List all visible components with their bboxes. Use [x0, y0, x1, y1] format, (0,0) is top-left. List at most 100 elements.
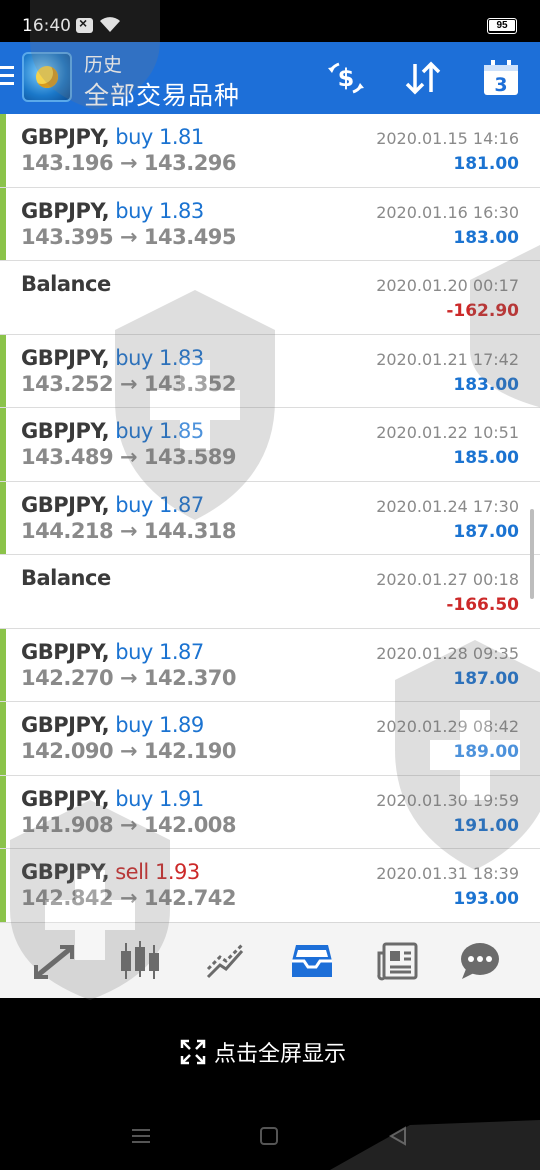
volume: 1.81: [159, 125, 204, 149]
open-price: 143.395: [21, 224, 114, 249]
chat-icon[interactable]: [458, 941, 502, 981]
symbol: GBPJPY,: [21, 860, 110, 884]
fullscreen-button[interactable]: 点击全屏显示: [180, 1036, 346, 1068]
balance-row[interactable]: Balance 2020.01.20 00:17 -162.90: [0, 261, 540, 335]
bottom-tab-bar: [0, 922, 540, 998]
profit: 183.00: [453, 374, 519, 395]
chart-icon[interactable]: [118, 941, 162, 981]
wifi-icon: [100, 17, 120, 32]
battery-icon: 95: [487, 18, 517, 34]
trade-date: 2020.01.29 08:42: [376, 717, 519, 736]
svg-text:3: 3: [494, 74, 507, 96]
scrollbar[interactable]: [530, 509, 534, 599]
symbol: GBPJPY,: [21, 492, 110, 517]
trade-date: 2020.01.30 19:59: [376, 790, 519, 810]
battery-level: 95: [489, 20, 515, 31]
symbol: GBPJPY,: [21, 198, 110, 223]
trade-date: 2020.01.27 00:18: [376, 570, 519, 589]
close-price: 143.589: [143, 445, 237, 469]
direction: buy: [115, 713, 153, 737]
trade-history-list[interactable]: GBPJPY, buy 1.81 143.196 → 143.296 2020.…: [0, 114, 540, 922]
open-price: 142.842: [21, 886, 114, 910]
profit: 187.00: [453, 521, 519, 542]
balance-label: Balance: [21, 272, 111, 296]
symbol-filter[interactable]: 全部交易品种: [84, 76, 240, 112]
trade-date: 2020.01.20 00:17: [376, 276, 519, 295]
volume: 1.89: [159, 713, 204, 737]
profit: -162.90: [446, 301, 519, 321]
trade-icon[interactable]: [204, 941, 248, 981]
page-title: 历史: [84, 55, 123, 76]
profit: 189.00: [453, 742, 519, 762]
volume: 1.93: [154, 860, 200, 884]
profit: 181.00: [453, 154, 519, 174]
direction: buy: [115, 345, 153, 370]
notification-icon: [76, 15, 93, 33]
system-nav-bar: [132, 1126, 406, 1146]
close-price: 143.296: [143, 151, 237, 175]
news-icon[interactable]: [376, 941, 420, 981]
profit: 191.00: [453, 815, 519, 836]
back-key-icon: [388, 1126, 406, 1146]
profit: 183.00: [453, 227, 519, 248]
open-price: 143.196: [21, 151, 114, 175]
profit: 187.00: [453, 668, 519, 689]
trade-date: 2020.01.24 17:30: [376, 496, 519, 516]
profit: 193.00: [453, 889, 519, 909]
currency-exchange-icon[interactable]: $: [325, 60, 367, 96]
symbol: GBPJPY,: [21, 713, 110, 737]
open-price: 142.090: [21, 739, 114, 763]
balance-row[interactable]: Balance 2020.01.27 00:18 -166.50: [0, 555, 540, 629]
trade-date: 2020.01.16 16:30: [376, 202, 519, 222]
calendar-icon[interactable]: 3: [482, 60, 520, 96]
close-price: 142.008: [143, 812, 237, 837]
direction: buy: [115, 198, 153, 223]
close-price: 143.352: [143, 371, 237, 396]
status-bar: 16:40 95: [0, 0, 540, 42]
balance-label: Balance: [21, 566, 111, 590]
quotes-icon[interactable]: [32, 941, 76, 981]
home-key-icon: [260, 1127, 278, 1145]
close-price: 144.318: [143, 518, 237, 543]
profit: 185.00: [453, 448, 519, 468]
direction: buy: [115, 786, 153, 811]
history-icon[interactable]: [290, 941, 334, 981]
direction: buy: [115, 125, 153, 149]
symbol: GBPJPY,: [21, 345, 110, 370]
symbol: GBPJPY,: [21, 125, 110, 149]
svg-text:$: $: [338, 64, 355, 92]
trade-row[interactable]: GBPJPY, buy 1.85 143.489 → 143.589 2020.…: [0, 408, 540, 482]
sort-icon[interactable]: [403, 60, 443, 96]
menu-icon[interactable]: [0, 66, 14, 88]
close-price: 142.742: [143, 886, 237, 910]
open-price: 143.252: [21, 371, 114, 396]
status-time: 16:40: [22, 16, 71, 36]
trade-row[interactable]: GBPJPY, buy 1.81 143.196 → 143.296 2020.…: [0, 114, 540, 188]
symbol: GBPJPY,: [21, 639, 110, 664]
volume: 1.91: [159, 786, 204, 811]
menu-key-icon: [132, 1129, 150, 1143]
open-price: 142.270: [21, 665, 114, 690]
trade-row[interactable]: GBPJPY, buy 1.89 142.090 → 142.190 2020.…: [0, 702, 540, 776]
direction: buy: [115, 639, 153, 664]
trade-row[interactable]: GBPJPY, buy 1.83 143.395 → 143.495 2020.…: [0, 187, 540, 261]
trade-date: 2020.01.31 18:39: [376, 864, 519, 883]
trade-row[interactable]: GBPJPY, sell 1.93 142.842 → 142.742 2020…: [0, 849, 540, 922]
fullscreen-label: 点击全屏显示: [214, 1041, 347, 1066]
trade-row[interactable]: GBPJPY, buy 1.91 141.908 → 142.008 2020.…: [0, 775, 540, 849]
volume: 1.85: [159, 419, 204, 443]
trade-row[interactable]: GBPJPY, buy 1.83 143.252 → 143.352 2020.…: [0, 334, 540, 408]
app-header: 历史 全部交易品种 $ 3: [0, 42, 540, 114]
direction: buy: [115, 492, 153, 517]
trade-row[interactable]: GBPJPY, buy 1.87 142.270 → 142.370 2020.…: [0, 628, 540, 702]
direction: buy: [115, 419, 153, 443]
close-price: 142.370: [143, 665, 237, 690]
volume: 1.87: [159, 639, 204, 664]
symbol: GBPJPY,: [21, 786, 110, 811]
direction: sell: [115, 860, 149, 884]
trade-row[interactable]: GBPJPY, buy 1.87 144.218 → 144.318 2020.…: [0, 481, 540, 555]
app-logo: [22, 52, 72, 102]
fullscreen-icon: [180, 1039, 206, 1065]
volume: 1.83: [159, 345, 204, 370]
trade-date: 2020.01.22 10:51: [376, 423, 519, 442]
